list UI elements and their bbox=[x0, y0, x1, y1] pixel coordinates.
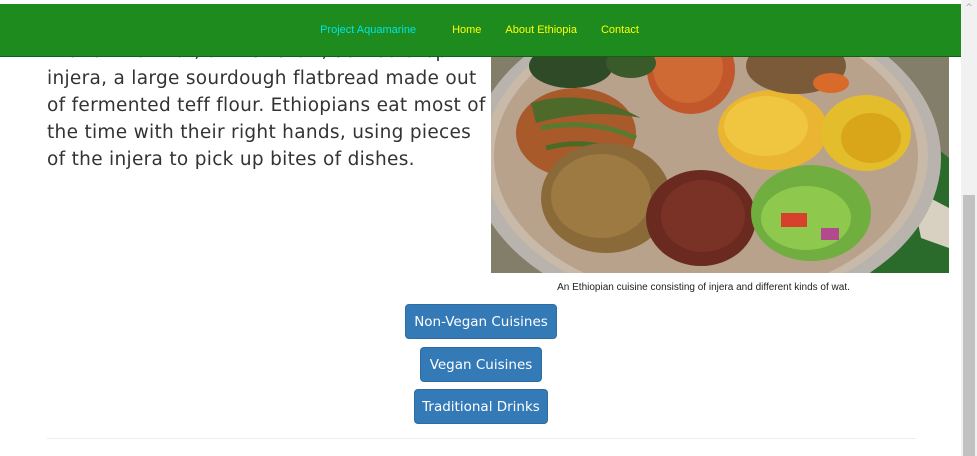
vegan-cuisines-button[interactable]: Vegan Cuisines bbox=[420, 347, 542, 382]
vertical-scrollbar[interactable]: ^ bbox=[961, 0, 977, 456]
nav-link-about-ethiopia[interactable]: About Ethiopia bbox=[505, 24, 577, 36]
paragraph-line: injera, a large sourdough flatbread made… bbox=[47, 68, 477, 89]
intro-paragraph: the form of wat, a thick stew, served at… bbox=[47, 38, 487, 173]
scroll-up-arrow-icon[interactable]: ^ bbox=[961, 0, 977, 16]
paragraph-line: of the injera to pick up bites of dishes… bbox=[47, 149, 415, 170]
traditional-drinks-button[interactable]: Traditional Drinks bbox=[414, 389, 548, 424]
scrollbar-thumb[interactable] bbox=[963, 195, 975, 456]
paragraph-line: of fermented teff flour. Ethiopians eat … bbox=[47, 95, 486, 116]
brand-link[interactable]: Project Aquamarine bbox=[320, 24, 416, 36]
top-navbar: Project Aquamarine Home About Ethiopia C… bbox=[0, 4, 961, 57]
navbar-inner: Project Aquamarine Home About Ethiopia C… bbox=[0, 4, 961, 56]
page: the form of wat, a thick stew, served at… bbox=[0, 0, 977, 456]
nav-link-home[interactable]: Home bbox=[452, 24, 481, 36]
image-caption: An Ethiopian cuisine consisting of injer… bbox=[557, 282, 850, 293]
nav-link-contact[interactable]: Contact bbox=[601, 24, 639, 36]
non-vegan-cuisines-button[interactable]: Non-Vegan Cuisines bbox=[405, 304, 557, 339]
paragraph-line: the time with their right hands, using p… bbox=[47, 122, 472, 143]
ethiopian-food-image bbox=[491, 38, 949, 273]
section-divider bbox=[47, 438, 916, 439]
